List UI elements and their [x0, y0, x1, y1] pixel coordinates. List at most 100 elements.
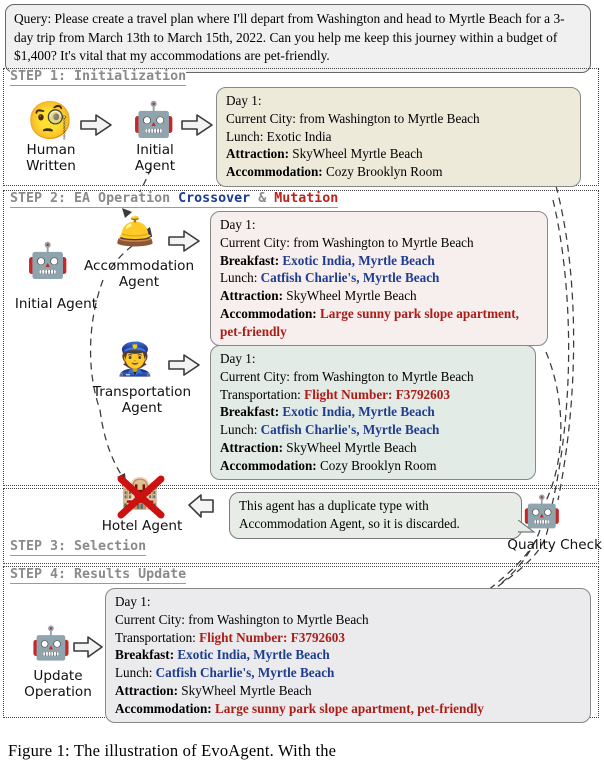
card-transportation-plan: Day 1: Current City: from Washington to M…: [210, 345, 536, 481]
step-2-mutation-keyword: Mutation: [274, 191, 339, 206]
plan-line-label: Accommodation:: [226, 164, 323, 179]
figure-caption: Figure 1: The illustration of EvoAgent. …: [8, 741, 337, 760]
plan-line-value: Catfish Charlie's, Myrtle Beach: [257, 270, 440, 286]
step-1-title: STEP 1: Initialization: [10, 69, 187, 86]
block-arrow-right-icon-3: [167, 228, 201, 254]
plan-line: Transportation: Flight Number: F3792603: [220, 386, 527, 404]
label-initial-agent-2: Initial Agent: [14, 296, 98, 312]
plan-line-value: from Washington to Myrtle Beach: [184, 611, 369, 627]
plan-line: Breakfast: Exotic India, Myrtle Beach: [115, 646, 582, 664]
red-cross-icon: [113, 473, 169, 521]
plan-line-value: SkyWheel Myrtle Beach: [177, 682, 312, 698]
card-initial-plan: Day 1: Current City: from Washington to M…: [216, 87, 581, 187]
plan-line-label: Current City:: [220, 368, 290, 384]
plan-line-label: Breakfast:: [115, 647, 175, 663]
plan-line-label: Attraction:: [220, 288, 283, 303]
plan-line: Day 1:: [220, 350, 527, 368]
plan-line-label: Attraction:: [220, 439, 283, 455]
plan-line-label: Current City:: [226, 110, 296, 126]
block-arrow-right-icon-5: [72, 634, 104, 660]
plan-line-value: Cozy Brooklyn Room: [316, 457, 437, 473]
plan-line-value: from Washington to Myrtle Beach: [289, 234, 474, 250]
block-arrow-right-icon-2: [180, 112, 214, 138]
plan-line: Day 1:: [226, 92, 572, 110]
bubble-line-1: This agent has a duplicate type with: [239, 498, 429, 513]
plan-line-label: Attraction:: [115, 682, 178, 698]
plan-line-label: Lunch:: [115, 665, 153, 680]
plan-line-value: SkyWheel Myrtle Beach: [282, 439, 417, 455]
plan-line-label: Day 1:: [226, 93, 262, 108]
step-4-title: STEP 4: Results Update: [10, 567, 187, 584]
block-arrow-right-icon-1: [79, 112, 113, 138]
plan-line-value: Cozy Brooklyn Room: [322, 164, 443, 179]
plan-line: Current City: from Washington to Myrtle …: [220, 234, 539, 252]
step-3-title-text: STEP 3: Selection: [10, 539, 147, 554]
card-accommodation-plan: Day 1: Current City: from Washington to M…: [210, 211, 548, 347]
plan-line-label: Accommodation:: [115, 700, 212, 716]
plan-line-label: Day 1:: [115, 594, 151, 609]
face-with-monocle-icon: 🧐: [27, 101, 74, 142]
plan-line-label: Lunch:: [220, 270, 258, 286]
plan-line-label: Day 1:: [220, 217, 256, 232]
query-text: Query: Please create a travel plan where…: [14, 11, 565, 63]
label-human-written: Human Written: [26, 142, 76, 175]
plan-line: Current City: from Washington to Myrtle …: [115, 611, 582, 629]
discard-message-bubble: This agent has a duplicate type with Acc…: [229, 492, 522, 539]
bubble-tail-icon: [516, 518, 536, 536]
robot-icon-update-operation: 🤖: [31, 625, 71, 661]
plan-line-value: Flight Number: F3792603: [195, 629, 345, 645]
step-4-title-text: STEP 4: Results Update: [10, 567, 187, 582]
plan-line-value: Exotic India, Myrtle Beach: [174, 647, 330, 663]
plan-line-value: Exotic India, Myrtle Beach: [279, 252, 435, 268]
plan-line: Accommodation: Large sunny park slope ap…: [220, 305, 539, 341]
plan-line: Transportation: Flight Number: F3792603: [115, 629, 582, 647]
card-final-plan: Day 1: Current City: from Washington to M…: [105, 588, 591, 724]
plan-line-label: Attraction:: [226, 146, 289, 162]
plan-line: Attraction: SkyWheel Myrtle Beach: [226, 145, 572, 163]
plan-line-value: Flight Number: F3792603: [300, 386, 450, 402]
plan-line: Attraction: SkyWheel Myrtle Beach: [115, 682, 582, 700]
plan-line-label: Lunch:: [226, 128, 264, 144]
plan-line-value: from Washington to Myrtle Beach: [289, 368, 474, 384]
cursor-arrow-icon: [186, 490, 216, 520]
plan-line-label: Current City:: [220, 234, 290, 250]
plan-line-value: Exotic India, Myrtle Beach: [279, 404, 435, 420]
step-2-title: STEP 2: EA Operation Crossover & Mutatio…: [10, 191, 339, 208]
plan-line: Lunch: Catfish Charlie's, Myrtle Beach: [220, 269, 539, 287]
plan-line: Current City: from Washington to Myrtle …: [226, 110, 572, 128]
plan-line-label: Day 1:: [220, 351, 256, 366]
plan-line: Lunch: Catfish Charlie's, Myrtle Beach: [220, 421, 527, 439]
step-3-title: STEP 3: Selection: [10, 539, 147, 556]
label-transportation-agent: Transportation Agent: [92, 384, 192, 417]
hotel-worker-icon-accommodation-agent: 🛎️: [115, 213, 155, 249]
plan-line: Breakfast: Exotic India, Myrtle Beach: [220, 403, 527, 421]
plan-line-label: Breakfast:: [220, 404, 280, 420]
plan-line: Accommodation: Cozy Brooklyn Room: [220, 457, 527, 475]
block-arrow-right-icon-4: [167, 352, 201, 378]
robot-icon-initial-agent-2: 🤖: [26, 243, 70, 280]
plan-line-label: Current City:: [115, 611, 185, 627]
label-initial-agent-1: Initial Agent: [134, 142, 176, 175]
step-1-title-text: STEP 1: Initialization: [10, 69, 187, 84]
label-accommodation-agent: Accommodation Agent: [83, 258, 195, 291]
plan-line-value: SkyWheel Myrtle Beach: [288, 146, 423, 162]
plan-line: Breakfast: Exotic India, Myrtle Beach: [220, 252, 539, 270]
query-box: Query: Please create a travel plan where…: [5, 4, 591, 73]
plan-line-value: Exotic India: [263, 128, 332, 144]
step-2-title-prefix: STEP 2: EA Operation: [10, 191, 179, 206]
plan-line: Attraction: SkyWheel Myrtle Beach: [220, 439, 527, 457]
plan-line-label: Transportation:: [220, 386, 301, 402]
plan-line: Current City: from Washington to Myrtle …: [220, 368, 527, 386]
label-update-operation: Update Operation: [24, 668, 92, 701]
plan-line: Day 1:: [220, 216, 539, 234]
step-2-amp: &: [250, 191, 275, 206]
plan-line-value: Catfish Charlie's, Myrtle Beach: [257, 422, 440, 437]
plan-line-label: Transportation:: [115, 629, 196, 645]
plan-line-label: Lunch:: [220, 422, 258, 437]
plan-line-label: Accommodation:: [220, 305, 317, 321]
plan-line: Accommodation: Large sunny park slope ap…: [115, 700, 582, 718]
plan-line: Attraction: SkyWheel Myrtle Beach: [220, 287, 539, 305]
step-2-crossover-keyword: Crossover: [178, 191, 251, 206]
plan-line: Lunch: Catfish Charlie's, Myrtle Beach: [115, 664, 582, 682]
police-officer-transport-icon: 👮: [115, 341, 155, 377]
